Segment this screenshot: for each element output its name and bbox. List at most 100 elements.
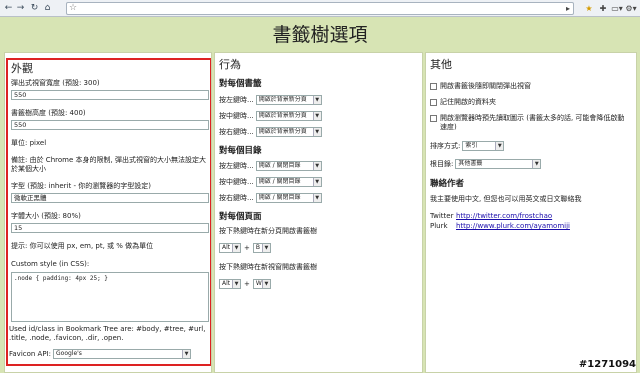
other-panel: 其他 開啟書籤後隨即關閉彈出視窗 記住開啟的資料夾 開啟瀏覽器時預先讀取圖示 (… bbox=[425, 52, 637, 373]
remember-folder-checkbox[interactable] bbox=[430, 99, 437, 106]
watermark: #1271094 bbox=[578, 359, 636, 370]
new-tab-key-select[interactable]: B ▼ bbox=[252, 243, 271, 253]
unit-label: 單位: pixel bbox=[11, 139, 47, 147]
extension-icon[interactable]: ✚ bbox=[598, 3, 608, 14]
bookmark-left-row: 按左鍵時... 開啟於背景新分頁 ▼ bbox=[219, 95, 422, 105]
chevron-down-icon: ▼ bbox=[312, 96, 321, 104]
other-heading: 其他 bbox=[430, 58, 452, 71]
favicon-api-value: Google's bbox=[56, 350, 82, 357]
bookmark-left-select[interactable]: 開啟於背景新分頁 ▼ bbox=[255, 95, 322, 105]
new-tab-modifier-select[interactable]: Alt ▼ bbox=[219, 243, 241, 253]
chevron-down-icon: ▼ bbox=[312, 194, 321, 202]
bookmark-right-label: 按右鍵時... bbox=[219, 127, 254, 136]
chrome-limit-note: 備註: 由於 Chrome 本身的限制, 彈出式視窗的大小無法設定大於某個大小 bbox=[11, 156, 206, 173]
new-tab-modifier-value: Alt bbox=[222, 244, 231, 251]
folder-left-select[interactable]: 開啟 / 關閉目錄 ▼ bbox=[255, 161, 322, 171]
root-select[interactable]: 其他書籤 ▼ bbox=[455, 159, 542, 169]
new-window-modifier-value: Alt bbox=[222, 280, 231, 287]
page-menu-icon[interactable]: ▭▾ bbox=[611, 3, 623, 14]
behavior-heading: 行為 bbox=[219, 58, 241, 71]
preload-icons-label: 開啟瀏覽器時預先讀取圖示 (書籤太多的話, 可能會降低啟動速度) bbox=[440, 114, 625, 131]
folder-middle-select[interactable]: 開啟 / 關閉目錄 ▼ bbox=[255, 177, 322, 187]
font-size-input[interactable]: 15 bbox=[11, 223, 209, 233]
chevron-down-icon: ▼ bbox=[312, 128, 321, 136]
folder-middle-label: 按中鍵時... bbox=[219, 177, 254, 186]
bookmark-left-label: 按左鍵時... bbox=[219, 95, 254, 104]
custom-style-label: Custom style (in CSS): bbox=[11, 260, 90, 268]
bookmark-right-value: 開啟於背景新分頁 bbox=[258, 128, 307, 135]
sort-label: 排序方式: bbox=[430, 141, 461, 150]
folder-right-label: 按右鍵時... bbox=[219, 193, 254, 202]
browser-toolbar: ← → ↻ ⌂ ☆ ▸ ★ ✚ ▭▾ ⚙▾ bbox=[0, 0, 640, 17]
root-row: 根目錄: 其他書籤 ▼ bbox=[430, 159, 636, 169]
chevron-down-icon: ▼ bbox=[232, 244, 240, 252]
home-icon[interactable]: ⌂ bbox=[42, 3, 53, 14]
favicon-api-label: Favicon API: bbox=[9, 349, 51, 358]
play-icon[interactable]: ▸ bbox=[563, 3, 573, 14]
forward-icon[interactable]: → bbox=[15, 3, 26, 14]
close-popup-option[interactable]: 開啟書籤後隨即關閉彈出視窗 bbox=[430, 82, 630, 91]
font-size-label: 字體大小 (預設: 80%) bbox=[11, 212, 81, 220]
each-folder-heading: 對每個目錄 bbox=[219, 146, 262, 156]
remember-folder-option[interactable]: 記住開啟的資料夾 bbox=[430, 98, 630, 107]
bookmark-right-select[interactable]: 開啟於背景新分頁 ▼ bbox=[255, 127, 322, 137]
folder-right-value: 開啟 / 關閉目錄 bbox=[258, 194, 301, 201]
tree-height-label: 書籤樹高度 (預設: 400) bbox=[11, 109, 86, 117]
look-highlight-frame: 外觀 彈出式視窗寬度 (預設: 300) 550 書籤樹高度 (預設: 400)… bbox=[6, 58, 211, 366]
bookmark-left-value: 開啟於背景新分頁 bbox=[258, 96, 307, 103]
bookmark-middle-row: 按中鍵時... 開啟於背景新分頁 ▼ bbox=[219, 111, 422, 121]
back-icon[interactable]: ← bbox=[3, 3, 14, 14]
chevron-down-icon: ▼ bbox=[182, 350, 190, 358]
folder-left-label: 按左鍵時... bbox=[219, 161, 254, 170]
bookmark-middle-select[interactable]: 開啟於背景新分頁 ▼ bbox=[255, 111, 322, 121]
folder-right-row: 按右鍵時... 開啟 / 關閉目錄 ▼ bbox=[219, 193, 422, 203]
folder-middle-value: 開啟 / 關閉目錄 bbox=[258, 178, 301, 185]
twitter-row: Twitter http://twitter.com/frostchao bbox=[430, 212, 636, 221]
each-page-heading: 對每個頁面 bbox=[219, 212, 262, 222]
folder-middle-row: 按中鍵時... 開啟 / 關閉目錄 ▼ bbox=[219, 177, 422, 187]
sort-select[interactable]: 索引 ▼ bbox=[462, 141, 505, 151]
preload-icons-checkbox[interactable] bbox=[430, 115, 437, 122]
new-window-modifier-select[interactable]: Alt ▼ bbox=[219, 279, 241, 289]
ids-note: Used id/class in Bookmark Tree are: #bod… bbox=[9, 325, 206, 342]
twitter-link[interactable]: http://twitter.com/frostchao bbox=[456, 212, 552, 221]
plus-sign: + bbox=[244, 279, 250, 288]
tree-height-input[interactable]: 550 bbox=[11, 120, 209, 130]
bookmark-star-icon[interactable]: ★ bbox=[584, 3, 594, 14]
units-hint: 提示: 你可以使用 px, em, pt, 或 % 做為單位 bbox=[11, 242, 154, 250]
popup-width-input[interactable]: 550 bbox=[11, 90, 209, 100]
favicon-api-select[interactable]: Google's ▼ bbox=[53, 349, 191, 359]
root-label: 根目錄: bbox=[430, 159, 454, 168]
custom-style-textarea[interactable]: .node { padding: 4px 25; } bbox=[11, 272, 209, 322]
twitter-label: Twitter bbox=[430, 212, 454, 220]
contact-text: 我主要使用中文, 但您也可以用英文或日文聯絡我 bbox=[430, 195, 582, 203]
preload-icons-option[interactable]: 開啟瀏覽器時預先讀取圖示 (書籤太多的話, 可能會降低啟動速度) bbox=[430, 114, 630, 132]
close-popup-label: 開啟書籤後隨即關閉彈出視窗 bbox=[440, 82, 531, 90]
popup-width-label: 彈出式視窗寬度 (預設: 300) bbox=[11, 79, 100, 87]
folder-right-select[interactable]: 開啟 / 關閉目錄 ▼ bbox=[255, 193, 322, 203]
new-window-key-select[interactable]: W ▼ bbox=[252, 279, 271, 289]
font-label: 字型 (預設: inherit - 你的瀏覽器的字型設定) bbox=[11, 182, 151, 190]
bookmark-middle-value: 開啟於背景新分頁 bbox=[258, 112, 307, 119]
star-icon[interactable]: ☆ bbox=[69, 3, 77, 14]
font-input[interactable]: 微軟正黑體 bbox=[11, 193, 209, 203]
look-heading: 外觀 bbox=[11, 62, 33, 75]
wrench-icon[interactable]: ⚙▾ bbox=[625, 3, 637, 14]
address-bar[interactable]: ☆ bbox=[66, 2, 574, 15]
contact-heading: 聯絡作者 bbox=[430, 179, 465, 189]
plurk-link[interactable]: http://www.plurk.com/ayamomiji bbox=[456, 222, 570, 231]
each-bookmark-heading: 對每個書籤 bbox=[219, 79, 262, 89]
chevron-down-icon: ▼ bbox=[312, 112, 321, 120]
bookmark-middle-label: 按中鍵時... bbox=[219, 111, 254, 120]
new-tab-hotkey-label: 按下熱鍵時在新分頁開啟書籤樹 bbox=[219, 227, 317, 235]
chevron-down-icon: ▼ bbox=[495, 142, 504, 150]
new-window-hotkey-row: Alt ▼ + W ▼ bbox=[219, 279, 422, 289]
look-panel: 外觀 彈出式視窗寬度 (預設: 300) 550 書籤樹高度 (預設: 400)… bbox=[4, 52, 212, 373]
chevron-down-icon: ▼ bbox=[532, 160, 541, 168]
plus-sign: + bbox=[244, 243, 250, 252]
close-popup-checkbox[interactable] bbox=[430, 83, 437, 90]
remember-folder-label: 記住開啟的資料夾 bbox=[440, 98, 496, 106]
reload-icon[interactable]: ↻ bbox=[29, 3, 40, 14]
folder-left-row: 按左鍵時... 開啟 / 關閉目錄 ▼ bbox=[219, 161, 422, 171]
page-title: 書籤樹選項 bbox=[272, 24, 368, 46]
